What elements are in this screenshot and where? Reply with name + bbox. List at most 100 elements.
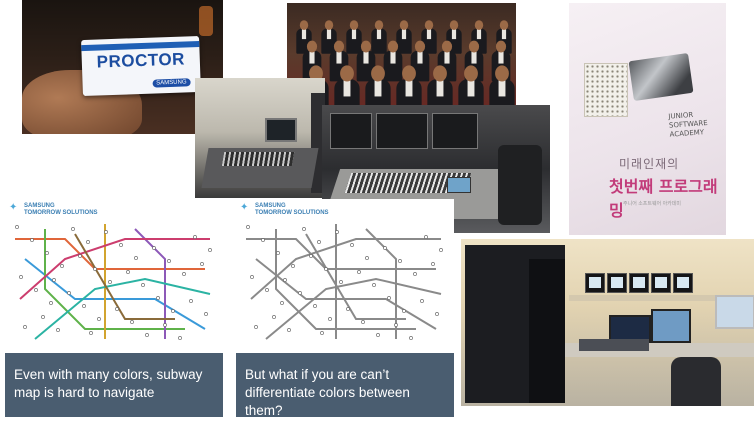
subway-station: [208, 248, 212, 252]
logo-line2: TOMORROW SOLUTIONS: [24, 210, 98, 216]
subway-station: [71, 227, 75, 231]
subway-station: [302, 227, 306, 231]
subway-station: [398, 259, 402, 263]
program-monitor: [651, 309, 691, 343]
subway-station: [254, 325, 258, 329]
subway-station: [339, 280, 343, 284]
subway-station: [287, 328, 291, 332]
subway-station: [126, 270, 130, 274]
monitor: [585, 273, 605, 293]
subway-station: [435, 312, 439, 316]
subway-station: [141, 283, 145, 287]
subway-station: [108, 280, 112, 284]
subway-station: [56, 328, 60, 332]
subway-station: [89, 331, 93, 335]
breadboard: [584, 63, 628, 117]
proctor-badge: PROCTOR SAMSUNG: [81, 35, 201, 97]
subway-station: [376, 333, 380, 337]
samsung-logo: ✦ SAMSUNG TOMORROW SOLUTIONS: [9, 203, 98, 217]
logo-mark-icon: ✦: [240, 202, 249, 213]
book-title: JUNIOR SOFTWARE ACADEMY: [668, 110, 708, 139]
subway-station: [152, 246, 156, 250]
subway-station: [23, 325, 27, 329]
subway-line: [365, 228, 397, 339]
book-korean-title: 첫번째 프로그래밍: [609, 177, 718, 220]
monitor: [629, 273, 649, 293]
console-room-photo: [195, 78, 325, 198]
subway-station: [350, 243, 354, 247]
subway-line: [305, 233, 406, 320]
component-bag: [628, 53, 694, 101]
subway-station: [171, 309, 175, 313]
colored-subway-map: ✦ SAMSUNG TOMORROW SOLUTIONS: [5, 199, 225, 349]
subway-station: [134, 256, 138, 260]
subway-station: [335, 230, 339, 234]
samsung-logo: ✦ SAMSUNG TOMORROW SOLUTIONS: [240, 203, 329, 217]
badge-text: PROCTOR: [96, 49, 186, 72]
subway-station: [246, 225, 250, 229]
subway-station: [45, 251, 49, 255]
subway-station: [280, 301, 284, 305]
subway-station: [320, 331, 324, 335]
subway-station: [402, 309, 406, 313]
subway-station: [119, 243, 123, 247]
monitor: [607, 273, 627, 293]
grayscale-subway-map: ✦ SAMSUNG TOMORROW SOLUTIONS: [236, 199, 454, 349]
subway-station: [272, 315, 276, 319]
subway-station: [383, 246, 387, 250]
subway-station: [52, 278, 56, 282]
subway-line: [134, 228, 166, 339]
subway-station: [298, 291, 302, 295]
subway-station: [189, 299, 193, 303]
background-light: [199, 6, 213, 36]
subway-station: [324, 267, 328, 271]
subway-station: [182, 272, 186, 276]
subway-station: [431, 262, 435, 266]
subway-station: [178, 336, 182, 340]
subway-station: [204, 312, 208, 316]
subway-station: [97, 317, 101, 321]
mixer-faders: [221, 152, 295, 166]
subway-station: [115, 307, 119, 311]
proctor-badge-photo: PROCTOR SAMSUNG: [22, 0, 223, 134]
grayscale-subway-map-lines: [246, 224, 443, 340]
subway-station: [60, 264, 64, 268]
monitor: [673, 273, 693, 293]
subway-station: [394, 323, 398, 327]
book-photo: JUNIOR SOFTWARE ACADEMY 미래인재의 첫번째 프로그래밍 …: [569, 3, 726, 235]
subway-station: [145, 333, 149, 337]
subway-station: [200, 262, 204, 266]
subway-station: [261, 238, 265, 242]
subway-station: [313, 304, 317, 308]
monitor-bay: [432, 113, 478, 149]
colored-subway-map-lines: [15, 224, 212, 340]
caption-grayscale-map: But what if you are can’t differentiate …: [236, 353, 454, 418]
subway-station: [309, 254, 313, 258]
subway-station: [86, 240, 90, 244]
subway-station: [346, 307, 350, 311]
subway-station: [156, 296, 160, 300]
subway-station: [163, 323, 167, 327]
subway-station: [250, 275, 254, 279]
subway-station: [104, 230, 108, 234]
equipment-rack-right: [529, 259, 565, 403]
small-screen: [447, 177, 471, 193]
chair: [498, 145, 542, 225]
monitor: [651, 273, 671, 293]
subway-station: [365, 256, 369, 260]
subway-station: [420, 299, 424, 303]
switcher-board: [579, 339, 649, 351]
monitor: [265, 118, 297, 142]
badge-brand: SAMSUNG: [152, 78, 191, 88]
subway-station: [276, 251, 280, 255]
monitor-bay: [330, 113, 372, 149]
subway-station: [49, 301, 53, 305]
subway-station: [41, 315, 45, 319]
subway-station: [78, 254, 82, 258]
subway-station: [265, 288, 269, 292]
subway-station: [424, 235, 428, 239]
subway-station: [167, 259, 171, 263]
subway-station: [34, 288, 38, 292]
subway-station: [361, 320, 365, 324]
monitor-bay: [376, 113, 428, 149]
